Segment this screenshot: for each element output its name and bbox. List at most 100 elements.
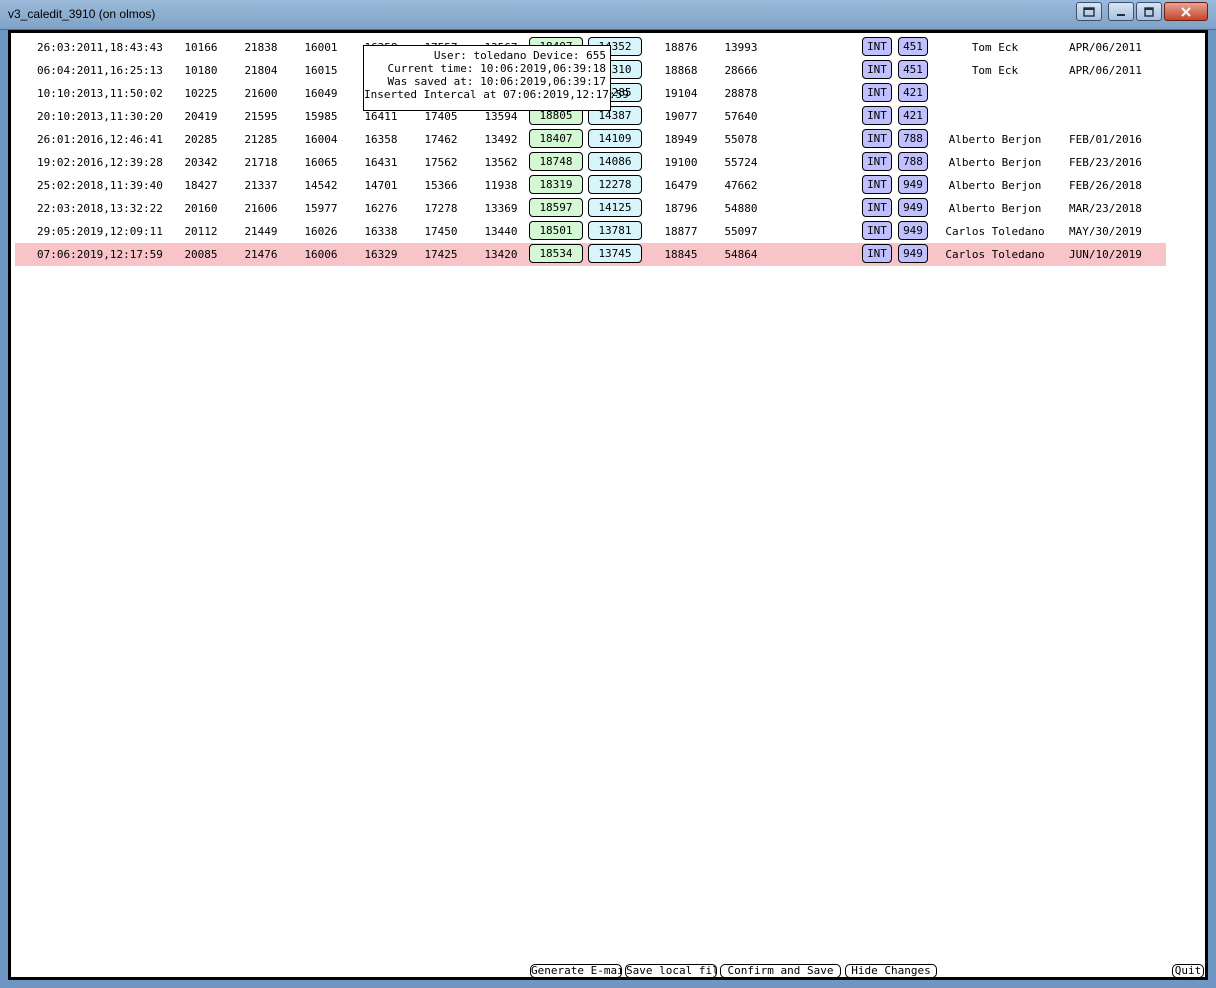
row-value-c4: 16411 xyxy=(364,110,398,123)
row-id-button[interactable]: 949 xyxy=(898,198,928,217)
row-id-button[interactable]: 421 xyxy=(898,106,928,125)
row-value-c4: 16431 xyxy=(364,156,398,169)
row-int-button[interactable]: INT xyxy=(862,60,892,79)
info-tooltip: User: toledano Device: 655 Current time:… xyxy=(363,45,629,111)
table-row[interactable]: 19:02:2016,12:39:28 20342 21718 16065 16431 1… xyxy=(15,151,1166,174)
restore-down-icon[interactable] xyxy=(1076,2,1102,21)
row-int-button[interactable]: INT xyxy=(862,152,892,171)
row-green-value-button[interactable]: 18319 xyxy=(529,175,583,194)
row-user-name: Carlos Toledano xyxy=(945,248,1045,261)
row-date: APR/06/2011 xyxy=(1069,41,1142,54)
row-value-c2: 21476 xyxy=(244,248,278,261)
tooltip-saved-at: Was saved at: 10:06:2019,06:39:17 xyxy=(387,75,606,88)
row-cyan-value-button[interactable]: 14109 xyxy=(588,129,642,148)
row-datetime: 10:10:2013,11:50:02 xyxy=(37,87,163,100)
row-date: FEB/26/2018 xyxy=(1069,179,1142,192)
row-value-c2: 21595 xyxy=(244,110,278,123)
hide-changes-button[interactable]: Hide Changes xyxy=(845,964,937,978)
row-cyan-value-button[interactable]: 14086 xyxy=(588,152,642,171)
maximize-button[interactable] xyxy=(1136,2,1162,21)
table-row[interactable]: 26:01:2016,12:46:41 20285 21285 16004 16358 1… xyxy=(15,128,1166,151)
close-button[interactable] xyxy=(1164,2,1208,21)
table-row[interactable]: 07:06:2019,12:17:59 20085 21476 16006 16329 1… xyxy=(15,243,1166,266)
row-green-value-button[interactable]: 18501 xyxy=(529,221,583,240)
row-value-c3: 14542 xyxy=(304,179,338,192)
row-id-button[interactable]: 451 xyxy=(898,60,928,79)
table-row[interactable]: 25:02:2018,11:39:40 18427 21337 14542 14701 1… xyxy=(15,174,1166,197)
row-green-value-button[interactable]: 18597 xyxy=(529,198,583,217)
row-value-c8: 55078 xyxy=(724,133,758,146)
row-value-c8: 28878 xyxy=(724,87,758,100)
row-cyan-value-button[interactable]: 14125 xyxy=(588,198,642,217)
row-value-c5: 17278 xyxy=(424,202,458,215)
row-value-c8: 54864 xyxy=(724,248,758,261)
row-value-c3: 15985 xyxy=(304,110,338,123)
row-value-c8: 55724 xyxy=(724,156,758,169)
row-value-c6: 13420 xyxy=(484,248,518,261)
row-value-c7: 16479 xyxy=(664,179,698,192)
row-id-button[interactable]: 788 xyxy=(898,129,928,148)
row-value-c6: 13562 xyxy=(484,156,518,169)
row-datetime: 29:05:2019,12:09:11 xyxy=(37,225,163,238)
row-int-button[interactable]: INT xyxy=(862,244,892,263)
row-green-value-button[interactable]: 18748 xyxy=(529,152,583,171)
minimize-button[interactable] xyxy=(1108,2,1134,21)
generate-email-button[interactable]: Generate E-mail xyxy=(530,964,622,978)
row-value-c8: 55097 xyxy=(724,225,758,238)
row-value-c6: 13440 xyxy=(484,225,518,238)
row-value-c1: 10166 xyxy=(184,41,218,54)
row-value-c7: 19100 xyxy=(664,156,698,169)
row-value-c1: 20160 xyxy=(184,202,218,215)
row-user-name: Alberto Berjon xyxy=(948,202,1042,215)
row-cyan-value-button[interactable]: 12278 xyxy=(588,175,642,194)
row-id-button[interactable]: 421 xyxy=(898,83,928,102)
row-date: JUN/10/2019 xyxy=(1069,248,1142,261)
row-value-c8: 13993 xyxy=(724,41,758,54)
row-id-button[interactable]: 451 xyxy=(898,37,928,56)
row-value-c8: 57640 xyxy=(724,110,758,123)
row-int-button[interactable]: INT xyxy=(862,129,892,148)
confirm-and-save-button[interactable]: Confirm and Save xyxy=(720,964,841,978)
row-value-c7: 18949 xyxy=(664,133,698,146)
row-value-c5: 17405 xyxy=(424,110,458,123)
title-bar[interactable]: v3_caledit_3910 (on olmos) xyxy=(0,0,1216,30)
row-id-button[interactable]: 949 xyxy=(898,175,928,194)
row-int-button[interactable]: INT xyxy=(862,198,892,217)
table-row[interactable]: 29:05:2019,12:09:11 20112 21449 16026 16338 1… xyxy=(15,220,1166,243)
quit-button[interactable]: Quit xyxy=(1172,964,1204,978)
calibration-pane: 26:03:2011,18:43:43 10166 21838 16001 16358 1… xyxy=(11,33,1205,978)
save-local-file-button[interactable]: Save local file xyxy=(625,964,717,978)
row-value-c7: 18868 xyxy=(664,64,698,77)
row-datetime: 06:04:2011,16:25:13 xyxy=(37,64,163,77)
table-row[interactable]: 22:03:2018,13:32:22 20160 21606 15977 16276 1… xyxy=(15,197,1166,220)
row-green-value-button[interactable]: 18534 xyxy=(529,244,583,263)
row-value-c6: 13594 xyxy=(484,110,518,123)
row-int-button[interactable]: INT xyxy=(862,83,892,102)
row-date: FEB/01/2016 xyxy=(1069,133,1142,146)
window-frame-bottom xyxy=(0,980,1216,988)
tooltip-current-time: Current time: 10:06:2019,06:39:18 xyxy=(387,62,606,75)
row-value-c4: 16338 xyxy=(364,225,398,238)
row-value-c8: 54880 xyxy=(724,202,758,215)
row-green-value-button[interactable]: 18407 xyxy=(529,129,583,148)
row-int-button[interactable]: INT xyxy=(862,106,892,125)
row-value-c3: 16006 xyxy=(304,248,338,261)
row-id-button[interactable]: 788 xyxy=(898,152,928,171)
row-value-c5: 15366 xyxy=(424,179,458,192)
row-user-name: Tom Eck xyxy=(971,64,1019,77)
row-int-button[interactable]: INT xyxy=(862,37,892,56)
row-id-button[interactable]: 949 xyxy=(898,244,928,263)
row-value-c7: 19104 xyxy=(664,87,698,100)
window-title: v3_caledit_3910 (on olmos) xyxy=(8,7,156,21)
row-value-c8: 47662 xyxy=(724,179,758,192)
row-cyan-value-button[interactable]: 13781 xyxy=(588,221,642,240)
row-value-c6: 13369 xyxy=(484,202,518,215)
row-cyan-value-button[interactable]: 13745 xyxy=(588,244,642,263)
row-int-button[interactable]: INT xyxy=(862,221,892,240)
row-value-c4: 16329 xyxy=(364,248,398,261)
row-datetime: 26:03:2011,18:43:43 xyxy=(37,41,163,54)
row-value-c6: 13492 xyxy=(484,133,518,146)
row-id-button[interactable]: 949 xyxy=(898,221,928,240)
row-user-name: Carlos Toledano xyxy=(945,225,1045,238)
row-int-button[interactable]: INT xyxy=(862,175,892,194)
